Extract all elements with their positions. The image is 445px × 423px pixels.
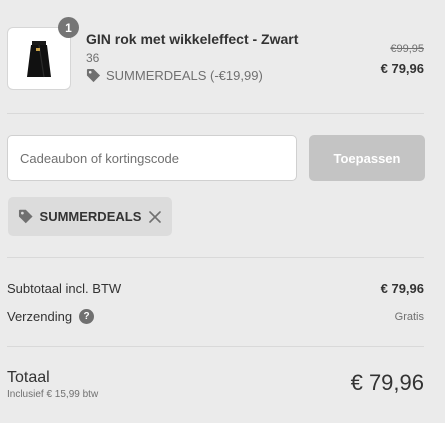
question-circle-icon[interactable]: ? (79, 309, 95, 324)
tag-icon (86, 68, 101, 83)
discounted-price: € 79,96 (380, 61, 424, 76)
skirt-image (27, 40, 51, 77)
shipping-label: Verzending (7, 309, 73, 324)
product-name: GIN rok met wikkeleffect - Zwart (86, 31, 299, 47)
product-discount-label: SUMMERDEALS (-€19,99) (106, 68, 263, 83)
subtotal-value: € 79,96 (380, 281, 424, 296)
vat-note: Inclusief € 15,99 btw (7, 389, 99, 400)
original-price: €99,95 (390, 43, 424, 55)
subtotal-label: Subtotaal incl. BTW (7, 281, 122, 296)
applied-code-label: SUMMERDEALS (39, 209, 142, 224)
divider (7, 113, 424, 114)
product-image[interactable] (7, 27, 71, 90)
shipping-value: Gratis (394, 311, 424, 323)
divider (7, 257, 424, 258)
close-icon (148, 210, 161, 223)
apply-button[interactable]: Toepassen (309, 135, 425, 181)
divider (7, 346, 424, 347)
applied-code-chip: SUMMERDEALS (8, 197, 172, 236)
remove-code-button[interactable] (147, 209, 162, 225)
discount-code-input[interactable] (7, 135, 297, 181)
tag-icon (18, 209, 33, 224)
product-size: 36 (86, 51, 100, 65)
total-value: € 79,96 (350, 370, 424, 395)
product-discount: SUMMERDEALS (-€19,99) (86, 68, 263, 83)
total-label: Totaal (7, 369, 50, 386)
shipping-row: Verzending ? (7, 309, 95, 324)
quantity-badge: 1 (58, 17, 79, 38)
